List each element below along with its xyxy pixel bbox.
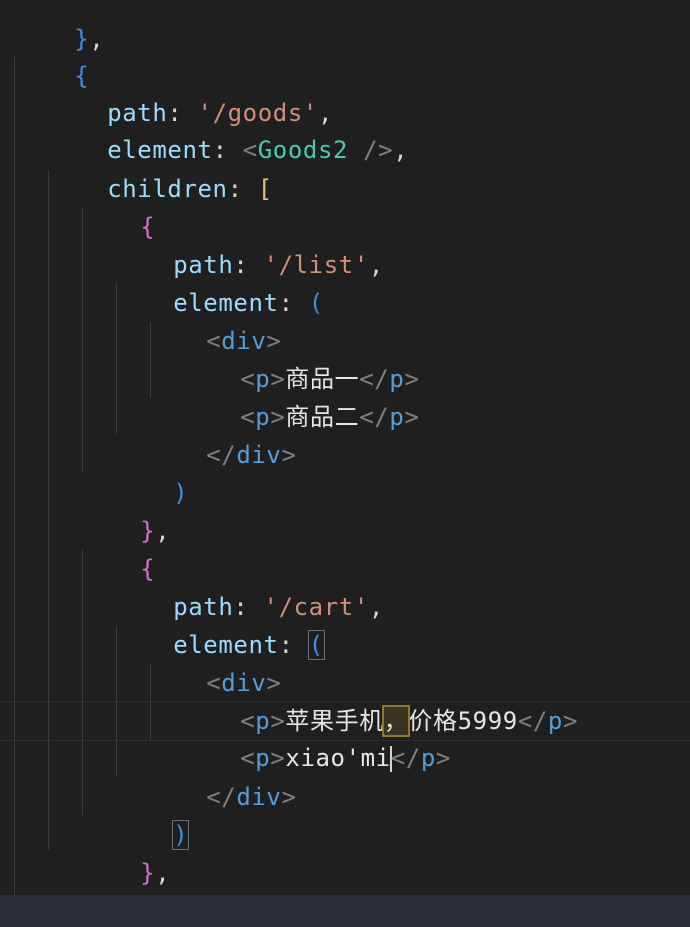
indent-guide [48,170,49,850]
tag-name: p [420,744,436,772]
code-line[interactable]: { [80,170,155,241]
tag-name: div [236,441,282,469]
code-line[interactable]: ) [113,436,188,507]
code-line[interactable]: <div> [146,626,281,697]
indent-guide [14,57,15,895]
code-line[interactable]: element: <Goods2 />, [47,93,408,164]
code-line[interactable]: path: '/goods', [47,56,333,127]
colon: : [227,175,243,203]
code-line[interactable]: { [14,19,89,90]
tag-bracket: </ [390,744,421,772]
comma: , [89,25,105,53]
comma: , [368,251,384,279]
code-line[interactable]: </div> [146,398,297,469]
code-line[interactable]: ] [47,854,122,925]
brace: } [140,859,156,887]
code-line[interactable]: { [80,512,155,583]
code-line[interactable]: <div> [146,284,281,355]
tag-bracket: </ [206,441,237,469]
code-line[interactable]: } [14,892,89,927]
tag-bracket: > [562,707,579,735]
comma: , [393,136,409,164]
code-line-current[interactable]: <p>xiao'mi</p> [180,701,451,772]
comma: , [155,517,171,545]
paren-match-highlight: ( [307,630,325,660]
code-editor[interactable]: }, { path: '/goods', element: <Goods2 />… [0,0,690,927]
paren: ( [308,289,324,317]
tag-name: div [236,783,282,811]
comma: , [368,593,384,621]
code-line[interactable]: }, [80,474,170,545]
code-line[interactable]: <p>商品一</p> [180,322,419,393]
comma: , [155,859,171,887]
tag-bracket: > [435,744,451,772]
tag-bracket: </ [206,783,237,811]
tag-bracket: /> [348,136,394,164]
tag-bracket: > [404,403,420,431]
tag-bracket: </ [517,707,548,735]
code-line[interactable]: <p>商品二</p> [180,360,419,431]
code-line[interactable]: element: ( [113,588,325,660]
code-line[interactable]: children: [ [47,132,273,203]
bracket: [ [257,175,273,203]
code-line[interactable]: <p>苹果手机，价格5999</p> [180,664,578,737]
code-line[interactable]: }, [14,0,104,53]
tag-name: p [547,707,563,735]
paren: ) [173,479,189,507]
bottom-panel-edge [0,895,690,927]
code-line[interactable]: path: '/cart', [113,550,384,621]
code-line[interactable]: element: ( [113,246,324,317]
jsx-text: xiao'mi [285,744,391,772]
code-line[interactable]: path: '/list', [113,208,384,279]
paren-match-highlight: ) [172,820,190,850]
tag-bracket: > [281,441,297,469]
tag-name: p [389,403,405,431]
code-line[interactable]: ) [113,778,190,850]
tag-bracket: > [281,783,297,811]
code-line[interactable]: }, [80,816,170,887]
code-line[interactable]: </div> [146,740,297,811]
tag-bracket: </ [359,403,390,431]
